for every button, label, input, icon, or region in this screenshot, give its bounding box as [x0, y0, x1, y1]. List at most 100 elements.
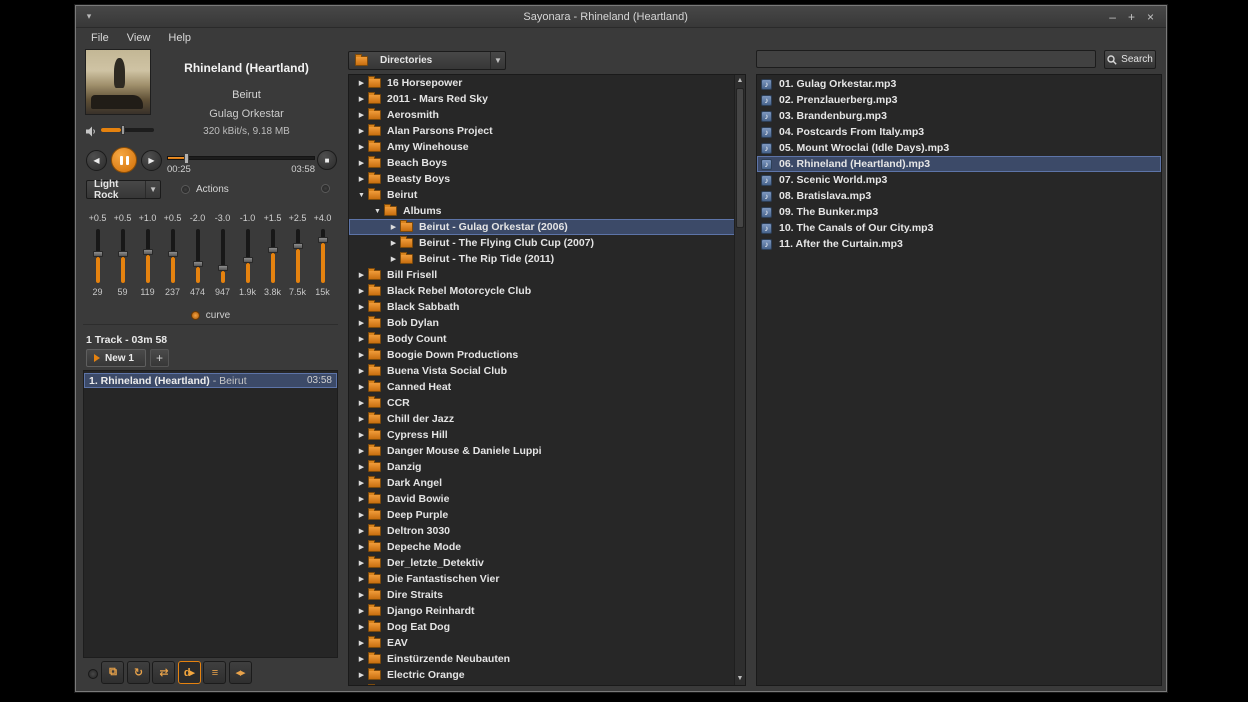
eq-slider-handle[interactable] [218, 265, 228, 271]
eq-slider-handle[interactable] [293, 243, 303, 249]
tree-item[interactable]: ▶Danger Mouse & Daniele Luppi [349, 443, 745, 459]
tree-item[interactable]: ▶Dog Eat Dog [349, 619, 745, 635]
preset-menu-button[interactable] [321, 184, 330, 193]
title-bar[interactable]: ▾ Sayonara - Rhineland (Heartland) – + × [76, 6, 1166, 28]
library-view-select[interactable]: Directories ▼ [348, 51, 506, 70]
tree-item[interactable]: ▼Beirut [349, 187, 745, 203]
tree-item[interactable]: ▶16 Horsepower [349, 75, 745, 91]
tree-item[interactable]: ▶Aerosmith [349, 107, 745, 123]
tree-item[interactable]: ▶Beirut - Gulag Orkestar (2006) [349, 219, 745, 235]
track-row[interactable]: ♪04. Postcards From Italy.mp3 [757, 124, 1161, 140]
tree-item[interactable]: ▶Der_letzte_Detektiv [349, 555, 745, 571]
eq-slider-handle[interactable] [243, 257, 253, 263]
seek-handle[interactable] [184, 153, 189, 164]
chevron-right-icon[interactable]: ▶ [355, 463, 368, 471]
scrollbar-thumb[interactable] [736, 88, 744, 228]
chevron-right-icon[interactable]: ▶ [355, 303, 368, 311]
chevron-right-icon[interactable]: ▶ [355, 495, 368, 503]
minimize-button[interactable]: – [1109, 10, 1116, 24]
tree-item[interactable]: ▼Albums [349, 203, 745, 219]
chevron-right-icon[interactable]: ▶ [355, 79, 368, 87]
chevron-right-icon[interactable]: ▶ [387, 255, 400, 263]
track-row[interactable]: ♪05. Mount Wroclai (Idle Days).mp3 [757, 140, 1161, 156]
chevron-right-icon[interactable]: ▶ [355, 639, 368, 647]
chevron-right-icon[interactable]: ▶ [355, 383, 368, 391]
chevron-right-icon[interactable]: ▶ [387, 223, 400, 231]
tree-item[interactable]: ▶Electric Orange [349, 667, 745, 683]
chevron-right-icon[interactable]: ▶ [355, 527, 368, 535]
volume-handle[interactable] [121, 125, 125, 135]
eq-slider[interactable] [310, 229, 335, 283]
playlist-numbers-button[interactable]: ≡ [203, 661, 226, 684]
shuffle-button[interactable]: ⇄ [152, 661, 175, 684]
track-row[interactable]: ♪01. Gulag Orkestar.mp3 [757, 76, 1161, 92]
eq-slider-handle[interactable] [318, 237, 328, 243]
eq-slider[interactable] [135, 229, 160, 283]
eq-slider[interactable] [210, 229, 235, 283]
playlist-tab[interactable]: New 1 [86, 349, 146, 367]
tree-item[interactable]: ▶Alan Parsons Project [349, 123, 745, 139]
tree-item[interactable]: ▶Chill der Jazz [349, 411, 745, 427]
eq-slider-handle[interactable] [168, 251, 178, 257]
tree-item[interactable]: ▶Amy Winehouse [349, 139, 745, 155]
chevron-right-icon[interactable]: ▶ [355, 95, 368, 103]
eq-slider[interactable] [185, 229, 210, 283]
gapless-button[interactable]: ◂▸ [229, 661, 252, 684]
tree-item[interactable]: ▶Bill Frisell [349, 267, 745, 283]
track-row[interactable]: ♪09. The Bunker.mp3 [757, 204, 1161, 220]
tree-item[interactable]: ▶2011 - Mars Red Sky [349, 91, 745, 107]
chevron-right-icon[interactable]: ▶ [355, 287, 368, 295]
actions-radio[interactable] [181, 185, 190, 194]
chevron-right-icon[interactable]: ▶ [387, 239, 400, 247]
chevron-right-icon[interactable]: ▶ [355, 607, 368, 615]
chevron-right-icon[interactable]: ▶ [355, 671, 368, 679]
volume-slider[interactable] [101, 128, 154, 132]
tree-item[interactable]: ▶Beach Boys [349, 155, 745, 171]
chevron-right-icon[interactable]: ▶ [355, 367, 368, 375]
chevron-right-icon[interactable]: ▶ [355, 271, 368, 279]
chevron-right-icon[interactable]: ▶ [355, 447, 368, 455]
add-tab-button[interactable]: + [150, 349, 169, 367]
eq-slider[interactable] [285, 229, 310, 283]
chevron-down-icon[interactable]: ▼ [490, 52, 505, 69]
tree-scrollbar[interactable]: ▲ ▼ [734, 75, 745, 685]
chevron-right-icon[interactable]: ▶ [355, 479, 368, 487]
chevron-right-icon[interactable]: ▶ [355, 399, 368, 407]
tree-item[interactable]: ▶Black Rebel Motorcycle Club [349, 283, 745, 299]
chevron-right-icon[interactable]: ▶ [355, 351, 368, 359]
menu-file[interactable]: File [82, 30, 118, 46]
chevron-right-icon[interactable]: ▶ [355, 559, 368, 567]
track-row[interactable]: ♪03. Brandenburg.mp3 [757, 108, 1161, 124]
stop-button[interactable]: ■ [317, 150, 337, 170]
chevron-right-icon[interactable]: ▶ [355, 655, 368, 663]
tree-item[interactable]: ▶Depeche Mode [349, 539, 745, 555]
eq-slider-handle[interactable] [268, 247, 278, 253]
tree-item[interactable]: ▶Element Of Crime [349, 683, 745, 686]
maximize-button[interactable]: + [1128, 10, 1135, 24]
chevron-right-icon[interactable]: ▶ [355, 623, 368, 631]
chevron-right-icon[interactable]: ▶ [355, 143, 368, 151]
tree-item[interactable]: ▶Deltron 3030 [349, 523, 745, 539]
chevron-down-icon[interactable]: ▼ [355, 192, 368, 199]
eq-slider-handle[interactable] [118, 251, 128, 257]
search-input[interactable] [756, 50, 1096, 68]
tree-item[interactable]: ▶Die Fantastischen Vier [349, 571, 745, 587]
curve-toggle[interactable]: curve [83, 310, 338, 321]
track-row[interactable]: ♪02. Prenzlauerberg.mp3 [757, 92, 1161, 108]
chevron-right-icon[interactable]: ▶ [355, 111, 368, 119]
pause-button[interactable] [111, 147, 137, 173]
tree-item[interactable]: ▶Beirut - The Flying Club Cup (2007) [349, 235, 745, 251]
scroll-up-icon[interactable]: ▲ [735, 75, 745, 87]
tree-item[interactable]: ▶Deep Purple [349, 507, 745, 523]
tree-item[interactable]: ▶Einstürzende Neubauten [349, 651, 745, 667]
chevron-down-icon[interactable]: ▼ [371, 208, 384, 215]
eq-slider-handle[interactable] [193, 261, 203, 267]
tree-item[interactable]: ▶Cypress Hill [349, 427, 745, 443]
playlist-menu-button[interactable] [88, 669, 98, 679]
eq-preset-select[interactable]: Light Rock ▼ [86, 180, 161, 199]
eq-slider[interactable] [110, 229, 135, 283]
eq-slider[interactable] [260, 229, 285, 283]
tree-item[interactable]: ▶David Bowie [349, 491, 745, 507]
tree-item[interactable]: ▶Buena Vista Social Club [349, 363, 745, 379]
previous-button[interactable]: ◀ [86, 150, 107, 171]
